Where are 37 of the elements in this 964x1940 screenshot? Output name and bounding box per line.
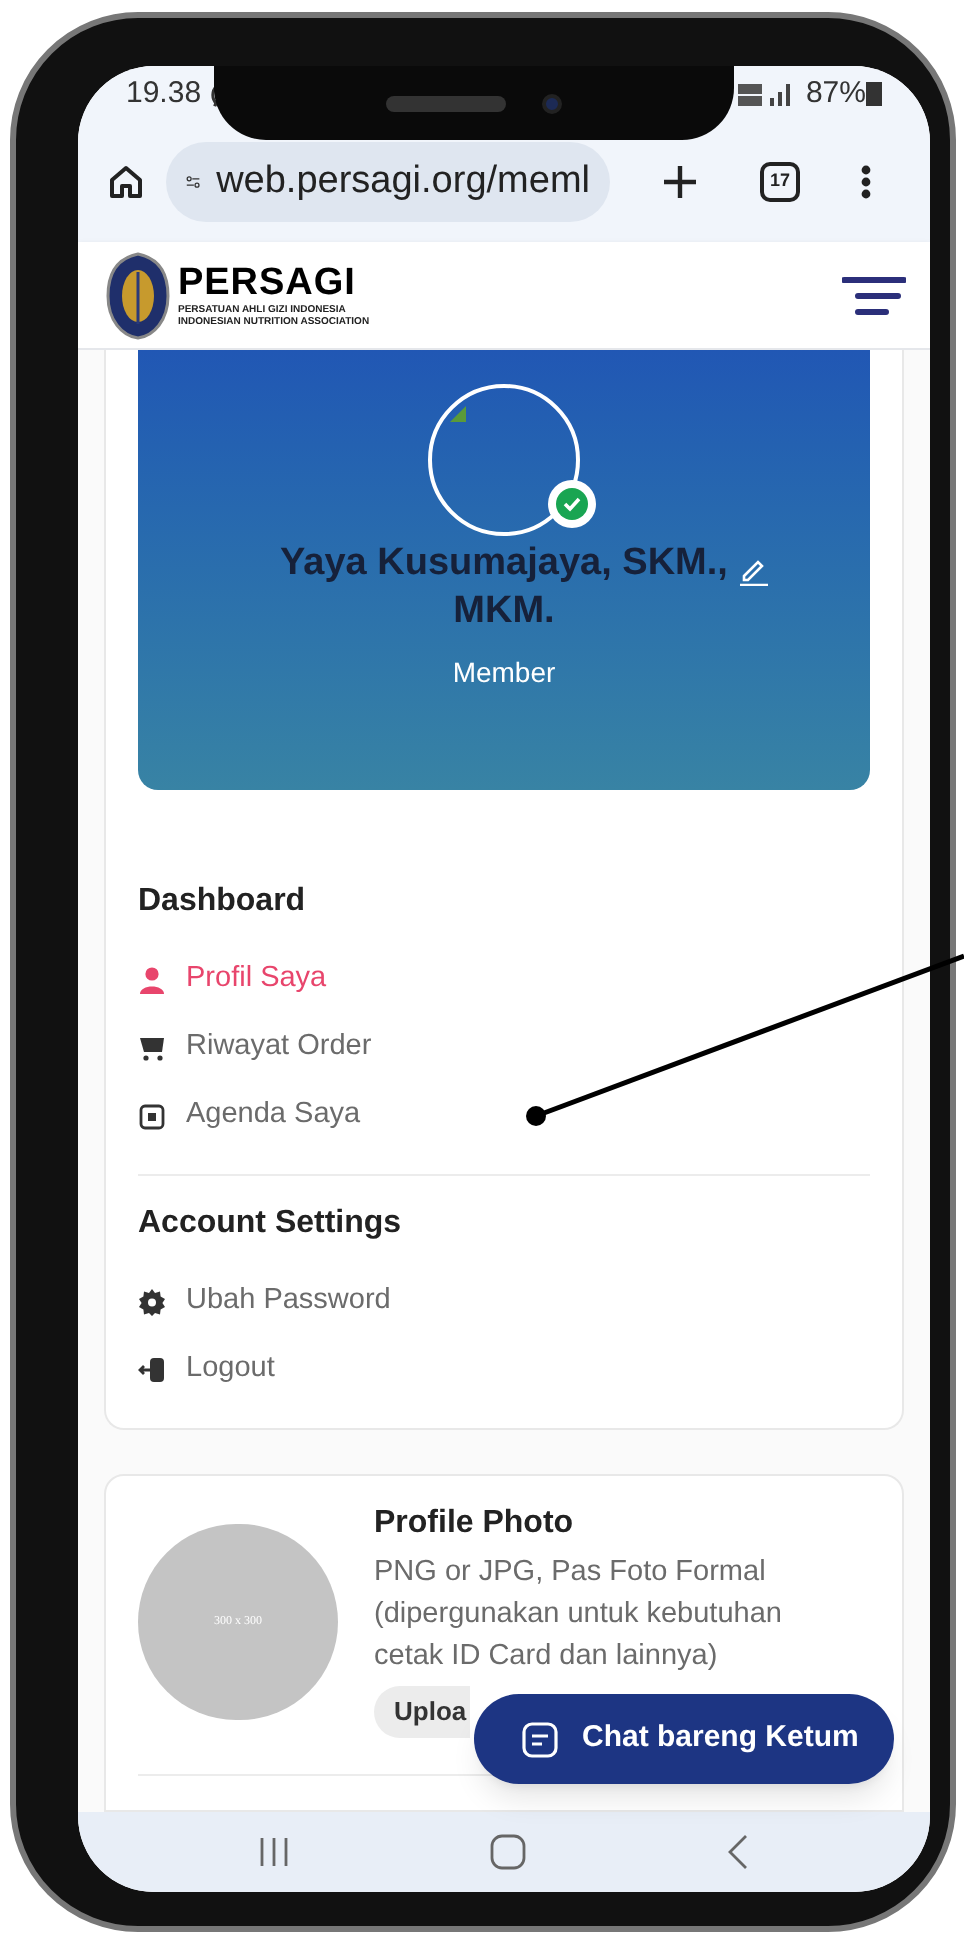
battery-percent: 87% [805, 73, 866, 114]
section-heading: Dashboard [138, 882, 308, 922]
chat-button[interactable]: Chat bareng Ketum [474, 1694, 894, 1784]
back-icon[interactable] [726, 1834, 750, 1870]
recent-apps-icon[interactable] [258, 1836, 290, 1868]
message-icon [522, 1721, 558, 1757]
more-icon[interactable] [860, 164, 872, 200]
menu-icon[interactable] [842, 273, 906, 317]
menu-link[interactable]: Logout [138, 1336, 870, 1404]
address-bar[interactable]: web.persagi.org/meml [166, 142, 610, 222]
section-heading: Account Settings [138, 1204, 404, 1244]
site-name: PERSAGI [178, 263, 358, 301]
home-icon[interactable] [106, 162, 146, 202]
home-button-icon[interactable] [490, 1834, 526, 1870]
menu-link[interactable]: Profil Saya [138, 946, 870, 1014]
broken-image-icon [450, 406, 466, 422]
person-icon [138, 966, 166, 994]
gear-icon [138, 1288, 166, 1316]
url-text: web.persagi.org/meml [216, 157, 590, 206]
plus-icon[interactable] [660, 162, 700, 202]
menu-link[interactable]: Agenda Saya [138, 1082, 870, 1150]
camera-lens [542, 93, 562, 113]
calendar-icon [138, 1102, 166, 1130]
logout-icon [138, 1356, 166, 1384]
member-name: Yaya Kusumajaya, SKM., MKM. [278, 540, 730, 636]
member-role: Member [452, 654, 556, 692]
status-time: 19.38 [126, 73, 202, 114]
logo-emblem-icon [106, 251, 170, 339]
cart-icon [138, 1034, 166, 1062]
menu-link[interactable]: Riwayat Order [138, 1014, 870, 1082]
photo-card-title: Profile Photo [374, 1504, 576, 1544]
photo-card-description: PNG or JPG, Pas Foto Formal (dipergunakan untuk kebutuhan cetak ID Card dan lainnya) [374, 1554, 784, 1676]
upload-button[interactable]: Uploa [374, 1686, 471, 1738]
speaker-grille [386, 95, 506, 111]
tab-count-button[interactable]: 17 [760, 162, 800, 202]
menu-link[interactable]: Ubah Password [138, 1268, 870, 1336]
battery-icon [866, 82, 882, 106]
